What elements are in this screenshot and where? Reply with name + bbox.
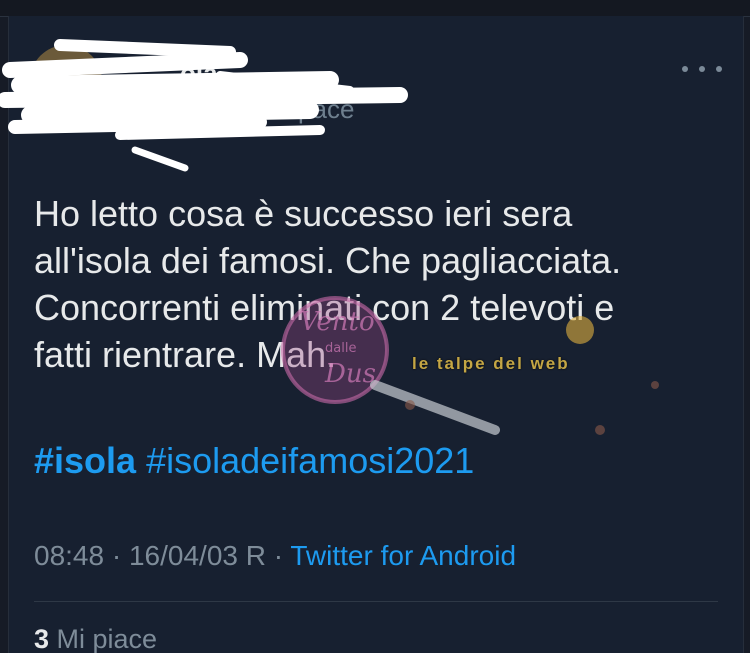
hashtags: #isola #isoladeifamosi2021 (34, 440, 474, 482)
tweet-line: Ho letto cosa è successo ieri sera (34, 193, 573, 234)
watermark-banner: le talpe del web (412, 354, 570, 373)
likes-count[interactable]: 3 Mi piace (34, 624, 157, 653)
author-handle[interactable]: ...nonspace (220, 94, 354, 125)
tweet-source-link[interactable]: Twitter for Android (290, 540, 516, 571)
hashtag-isoladeifamosi2021[interactable]: #isoladeifamosi2021 (146, 440, 474, 481)
avatar[interactable] (30, 45, 102, 117)
tweet-time: 08:48 (34, 540, 105, 571)
tweet-line: fatti rientrare. Mah. (34, 334, 337, 375)
divider (34, 601, 718, 602)
screenshot-frame: ola ...nonspace Ho letto cosa è successo… (0, 0, 750, 653)
likes-number: 3 (34, 624, 50, 653)
dot-icon (699, 66, 705, 72)
tweet-meta: 08:48 · 16/04/03 R · Twitter for Android (34, 540, 516, 572)
more-options-icon[interactable] (682, 54, 722, 84)
hashtag-isola[interactable]: #isola (34, 440, 136, 481)
meta-separator: · (265, 540, 291, 571)
tweet-line: Concorrenti eliminati con 2 televoti e (34, 287, 615, 328)
dot-icon (682, 66, 688, 72)
dot-icon (716, 66, 722, 72)
top-border (0, 0, 750, 17)
likes-label: Mi piace (49, 624, 158, 653)
tweet-date: 16/04/03 R (128, 540, 266, 571)
meta-separator: · (104, 540, 129, 571)
tweet-line: all'isola dei famosi. Che pagliacciata. (34, 240, 622, 281)
author-name[interactable]: ola (180, 58, 218, 89)
tweet-text: Ho letto cosa è successo ieri sera all'i… (34, 190, 704, 378)
